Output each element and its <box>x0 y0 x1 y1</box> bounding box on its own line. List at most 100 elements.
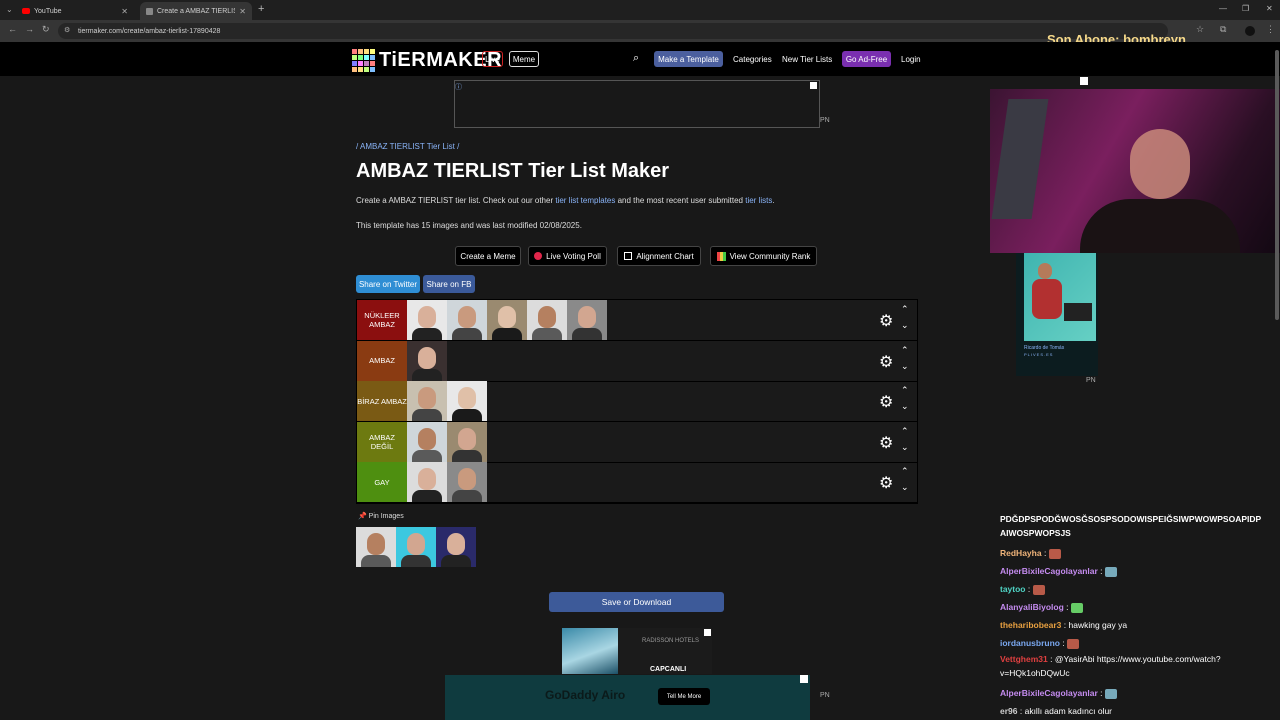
chevron-down-icon[interactable]: ⌄ <box>901 320 909 331</box>
tier-image[interactable] <box>407 340 447 381</box>
pool-image[interactable] <box>356 527 396 567</box>
godaddy-logo: GoDaddy Airo <box>545 688 626 702</box>
breadcrumb[interactable]: / AMBAZ TIERLIST Tier List / <box>356 142 459 151</box>
chat-username[interactable]: iordanusbruno <box>1000 638 1060 648</box>
gear-icon[interactable]: ⚙ <box>879 392 893 412</box>
chat-username[interactable]: AlanyaliBiyolog <box>1000 602 1064 612</box>
tier-label[interactable]: AMBAZ <box>357 340 407 381</box>
ad-close-icon[interactable] <box>810 82 817 89</box>
chat-username[interactable]: AlperBixileCagolayanlar <box>1000 566 1098 576</box>
tier-image[interactable] <box>447 300 487 340</box>
chat-separator: : <box>1059 638 1068 648</box>
profile-avatar[interactable] <box>1245 26 1255 36</box>
gear-icon[interactable]: ⚙ <box>879 433 893 453</box>
tier-image[interactable] <box>447 462 487 502</box>
chevron-up-icon[interactable]: ⌃ <box>901 385 909 396</box>
tier-image[interactable] <box>447 381 487 421</box>
back-icon[interactable]: ← <box>8 24 17 34</box>
face-shape <box>458 306 476 328</box>
tab-tiermaker[interactable]: Create a AMBAZ TIERLIST Tier L ✕ <box>140 2 252 20</box>
chat-username[interactable]: Vettghem31 <box>1000 654 1048 664</box>
tier-label[interactable]: BİRAZ AMBAZ <box>357 381 407 421</box>
alignment-chart-button[interactable]: Alignment Chart <box>617 246 701 266</box>
share-twitter-button[interactable]: Share on Twitter <box>356 275 420 293</box>
create-meme-button[interactable]: Create a Meme <box>455 246 521 266</box>
chat-username[interactable]: AlperBixileCagolayanlar <box>1000 688 1098 698</box>
bookmark-star-icon[interactable]: ☆ <box>1196 24 1204 35</box>
tier-lists-link[interactable]: tier lists <box>745 196 772 205</box>
tiermaker-logo[interactable]: TiERMAKER <box>352 49 502 72</box>
face-shape <box>367 533 385 555</box>
tell-me-more-button[interactable]: Tell Me More <box>658 688 710 705</box>
gear-icon[interactable]: ⚙ <box>879 473 893 493</box>
close-window-button[interactable]: ✕ <box>1266 4 1273 13</box>
tab-youtube[interactable]: YouTube ✕ <box>16 2 134 20</box>
top-ad-slot[interactable] <box>454 80 820 128</box>
meme-button[interactable]: Meme <box>509 51 539 67</box>
make-template-button[interactable]: Make a Template <box>654 51 723 67</box>
tier-image[interactable] <box>407 421 447 462</box>
chevron-down-icon[interactable]: ⌄ <box>901 442 909 453</box>
gear-icon[interactable]: ⚙ <box>879 311 893 331</box>
chat-text: akıllı adam kadıncı olur <box>1024 706 1112 716</box>
ad-close-icon[interactable] <box>704 629 711 636</box>
ad-close-icon[interactable] <box>1080 77 1088 85</box>
pool-image[interactable] <box>436 527 476 567</box>
tier-label[interactable]: NÜKLEER AMBAZ <box>357 300 407 340</box>
menu-icon[interactable]: ⋮ <box>1266 24 1275 35</box>
new-tab-button[interactable]: + <box>258 3 264 15</box>
chevron-down-icon[interactable]: ⌄ <box>901 401 909 412</box>
tier-image[interactable] <box>407 462 447 502</box>
chevron-up-icon[interactable]: ⌃ <box>901 426 909 437</box>
live-button[interactable]: Live <box>482 51 503 67</box>
save-download-button[interactable]: Save or Download <box>549 592 724 612</box>
pool-image[interactable] <box>396 527 436 567</box>
tier-images <box>407 421 487 462</box>
tier-label[interactable]: AMBAZ DEĞİL <box>357 421 407 462</box>
tier-image[interactable] <box>447 421 487 462</box>
tier-images <box>407 300 607 340</box>
ad-free-button[interactable]: Go Ad-Free <box>842 51 891 67</box>
login-link[interactable]: Login <box>901 55 921 64</box>
radisson-ad[interactable]: RADISSON HOTELS CAPCANLI <box>562 628 712 674</box>
site-info-icon[interactable]: ⚙ <box>64 26 70 34</box>
maximize-button[interactable]: ❐ <box>1242 4 1249 13</box>
gear-icon[interactable]: ⚙ <box>879 352 893 372</box>
chat-username[interactable]: taytoo <box>1000 584 1026 594</box>
ad-close-icon[interactable] <box>800 675 808 683</box>
chat-username[interactable]: theharibobear3 <box>1000 620 1061 630</box>
reload-icon[interactable]: ↻ <box>42 24 50 35</box>
ad-info-icon[interactable]: ⓘ <box>455 82 462 92</box>
url-input[interactable]: tiermaker.com/create/ambaz-tierlist-1789… <box>58 23 1168 39</box>
forward-icon[interactable]: → <box>25 24 34 34</box>
side-ad[interactable]: Ricardo de Tomás PLIVES.ES <box>1016 253 1098 376</box>
categories-link[interactable]: Categories <box>733 55 772 64</box>
extensions-icon[interactable]: ⧉ <box>1220 24 1226 35</box>
close-icon[interactable]: ✕ <box>121 7 128 16</box>
tab-search-icon[interactable]: ⌄ <box>6 5 13 14</box>
minimize-button[interactable]: — <box>1219 4 1227 13</box>
chevron-down-icon[interactable]: ⌄ <box>901 482 909 493</box>
community-rank-button[interactable]: View Community Rank <box>710 246 817 266</box>
pin-images-toggle[interactable]: 📌 Pin Images <box>358 512 404 520</box>
search-icon[interactable]: ⌕ <box>633 52 639 65</box>
new-tier-lists-link[interactable]: New Tier Lists <box>782 55 832 64</box>
tier-label[interactable]: GAY <box>357 462 407 502</box>
chat-username[interactable]: RedHayha <box>1000 548 1042 558</box>
page-scrollbar[interactable] <box>1275 50 1279 320</box>
tier-image[interactable] <box>527 300 567 340</box>
close-icon[interactable]: ✕ <box>239 7 246 16</box>
chevron-down-icon[interactable]: ⌄ <box>901 361 909 372</box>
live-poll-button[interactable]: Live Voting Poll <box>528 246 607 266</box>
chevron-up-icon[interactable]: ⌃ <box>901 466 909 477</box>
chevron-up-icon[interactable]: ⌃ <box>901 304 909 315</box>
tier-image[interactable] <box>487 300 527 340</box>
godaddy-ad[interactable]: GoDaddy Airo Tell Me More <box>445 675 810 720</box>
share-fb-button[interactable]: Share on FB <box>423 275 475 293</box>
tier-image[interactable] <box>407 381 447 421</box>
chevron-up-icon[interactable]: ⌃ <box>901 345 909 356</box>
tier-image[interactable] <box>407 300 447 340</box>
tier-list-templates-link[interactable]: tier list templates <box>555 196 615 205</box>
chat-username[interactable]: er96 <box>1000 706 1018 716</box>
tier-image[interactable] <box>567 300 607 340</box>
